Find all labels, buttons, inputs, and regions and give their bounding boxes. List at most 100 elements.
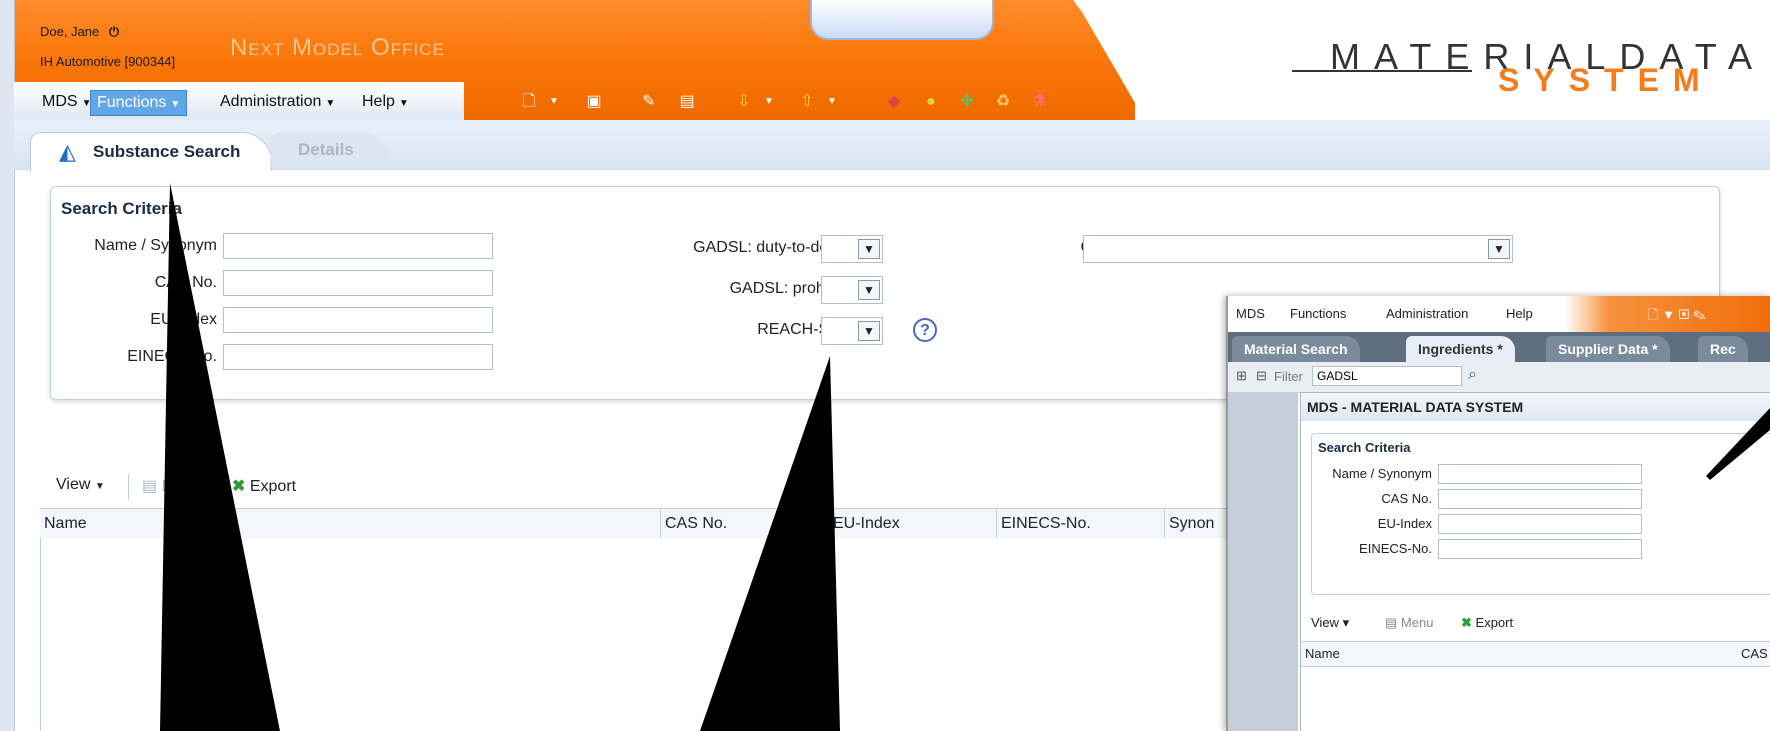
cube-icon[interactable]: ◆	[885, 92, 903, 112]
einecs-no-input[interactable]	[223, 344, 493, 370]
inset-view-label: View	[1311, 615, 1339, 630]
inset-column-name[interactable]: Name	[1305, 646, 1340, 661]
user-name-text: Doe, Jane	[40, 24, 100, 39]
main-menu-bar: MDS ▼ Functions ▼ Administration ▼ Help ▼	[14, 82, 464, 120]
export-button[interactable]: ✖ Export	[232, 476, 296, 496]
expand-icon[interactable]: ⊞	[1236, 368, 1247, 384]
menu-button[interactable]: ▤ Menu	[142, 476, 202, 496]
chevron-down-icon[interactable]: ▼	[1488, 239, 1510, 259]
menu-label: Menu	[161, 478, 202, 495]
reach-svhc-label: REACH-SVHC	[757, 321, 863, 338]
export-label: Export	[249, 478, 297, 495]
chevron-down-icon[interactable]: ▼	[858, 239, 880, 259]
inset-cas-label: CAS No.	[1381, 491, 1432, 506]
inset-menu-administration[interactable]: Administration	[1386, 306, 1468, 321]
inset-name-input[interactable]	[1438, 464, 1642, 484]
tab-substance-search[interactable]: ◭ Substance Search	[30, 132, 272, 171]
menu-mds[interactable]: MDS ▼	[36, 90, 97, 114]
column-eu-index[interactable]: EU-Index	[828, 509, 996, 539]
inset-column-cas[interactable]: CAS	[1741, 646, 1768, 661]
inset-tab-material-search[interactable]: Material Search	[1232, 336, 1360, 362]
inset-menu-button[interactable]: ▤ Menu	[1385, 615, 1433, 631]
menu-help[interactable]: Help ▼	[356, 90, 415, 114]
inset-menu-label: Menu	[1400, 615, 1434, 630]
power-icon[interactable]: ⏻	[109, 24, 119, 39]
download-icon[interactable]: ⇩	[735, 92, 753, 112]
caret-down-icon[interactable]: ▼	[823, 92, 841, 112]
cas-no-label: CAS No.	[154, 274, 217, 291]
menu-mds-label: MDS	[42, 93, 78, 110]
pdf-icon[interactable]: ▤	[678, 92, 696, 112]
eu-index-input[interactable]	[223, 307, 493, 333]
eu-index-label: EU-Index	[150, 311, 217, 328]
caret-down-icon: ▼	[325, 98, 336, 109]
reach-svhc-select[interactable]: ▼	[821, 317, 883, 345]
tab-details[interactable]: Details	[270, 132, 390, 166]
caret-down-icon: ▼	[170, 99, 181, 110]
name-synonym-input[interactable]	[223, 233, 493, 259]
name-synonym-label: Name / Synonym	[94, 237, 217, 254]
inset-search-title: Search Criteria	[1318, 440, 1411, 455]
cas-no-input[interactable]	[223, 270, 493, 296]
menu-administration-label: Administration	[220, 93, 322, 110]
new-document-icon[interactable]: 🗋	[520, 92, 538, 112]
caret-down-icon[interactable]: ▼	[760, 92, 778, 112]
inset-tab-rec[interactable]: Rec	[1698, 336, 1748, 362]
inset-screenshot: MDS Functions Administration Help 🗋 ▼ ▣ …	[1226, 296, 1770, 731]
edit-icon[interactable]: ✎	[640, 92, 658, 112]
column-name[interactable]: Name	[40, 509, 660, 539]
gadsl-declare-select[interactable]: ▼	[821, 235, 883, 263]
caret-down-icon: ▼	[398, 98, 409, 109]
inset-dialog: MDS - MATERIAL DATA SYSTEM Search Criter…	[1300, 392, 1770, 731]
gadsl-prohibited-select[interactable]: ▼	[821, 276, 883, 304]
left-edge-strip	[0, 0, 15, 731]
excel-icon: ✖	[232, 478, 246, 495]
inset-search-panel: Search Criteria Name / Synonym CAS No. E…	[1311, 433, 1770, 595]
search-icon[interactable]: ⌕	[1468, 366, 1477, 384]
inset-eu-input[interactable]	[1438, 514, 1642, 534]
inset-tab-ingredients[interactable]: Ingredients *	[1406, 336, 1515, 362]
inset-export-button[interactable]: ✖ Export	[1461, 615, 1513, 631]
flask-icon[interactable]: ⚗	[1030, 92, 1048, 112]
inset-einecs-label: EINECS-No.	[1359, 541, 1432, 556]
menu-administration[interactable]: Administration ▼	[214, 90, 341, 114]
center-tab-handle[interactable]	[810, 0, 994, 40]
column-cas-no[interactable]: CAS No.	[660, 509, 828, 539]
inset-tab-strip: Material Search Ingredients * Supplier D…	[1228, 332, 1770, 362]
save-icon[interactable]: ▣	[585, 92, 603, 112]
brand-logo-bottom: SYSTEM	[1498, 62, 1714, 98]
recycle-icon[interactable]: ♻	[994, 92, 1012, 112]
menu-functions[interactable]: Functions ▼	[90, 90, 188, 116]
inset-filter-select[interactable]: GADSL	[1312, 366, 1462, 386]
chevron-down-icon[interactable]: ▼	[858, 280, 880, 300]
inset-dialog-title: MDS - MATERIAL DATA SYSTEM	[1301, 393, 1770, 421]
sphere-icon[interactable]: ●	[922, 92, 940, 112]
office-name: Next Model Office	[230, 34, 445, 61]
caret-down-icon[interactable]: ▼	[545, 92, 563, 112]
gadsl-prohibited-label: GADSL: prohibited	[729, 280, 863, 297]
inset-tab-supplier-data[interactable]: Supplier Data *	[1546, 336, 1670, 362]
group-select[interactable]: ▼	[1083, 235, 1513, 263]
upload-icon[interactable]: ⇧	[798, 92, 816, 112]
chevron-down-icon[interactable]: ▼	[858, 321, 880, 341]
inset-filter-label: Filter	[1274, 369, 1303, 384]
company-name: IH Automotive [900344]	[40, 54, 176, 69]
view-menu[interactable]: View ▼	[56, 476, 105, 494]
inset-menu-functions[interactable]: Functions	[1290, 306, 1346, 321]
inset-menu-help[interactable]: Help	[1506, 306, 1533, 321]
inset-filter-toolbar: ⊞ ⊟ Filter GADSL ⌕	[1228, 362, 1770, 393]
collapse-icon[interactable]: ⊟	[1256, 368, 1267, 384]
inset-menu-mds[interactable]: MDS	[1236, 306, 1265, 321]
einecs-no-label: EINECS-No.	[127, 348, 217, 365]
toolbar-divider	[128, 474, 129, 500]
user-name: Doe, Jane ⏻	[40, 24, 119, 40]
inset-toolbar-icons[interactable]: 🗋 ▼ ▣ ✎	[1648, 306, 1706, 328]
inset-einecs-input[interactable]	[1438, 539, 1642, 559]
inset-cas-input[interactable]	[1438, 489, 1642, 509]
substance-icon: ◭	[59, 139, 76, 164]
inset-view-menu[interactable]: View ▾	[1311, 615, 1349, 631]
inset-name-label: Name / Synonym	[1332, 466, 1432, 481]
molecule-icon[interactable]: ✤	[958, 92, 976, 112]
column-einecs-no[interactable]: EINECS-No.	[996, 509, 1164, 539]
help-icon[interactable]: ?	[913, 318, 937, 342]
